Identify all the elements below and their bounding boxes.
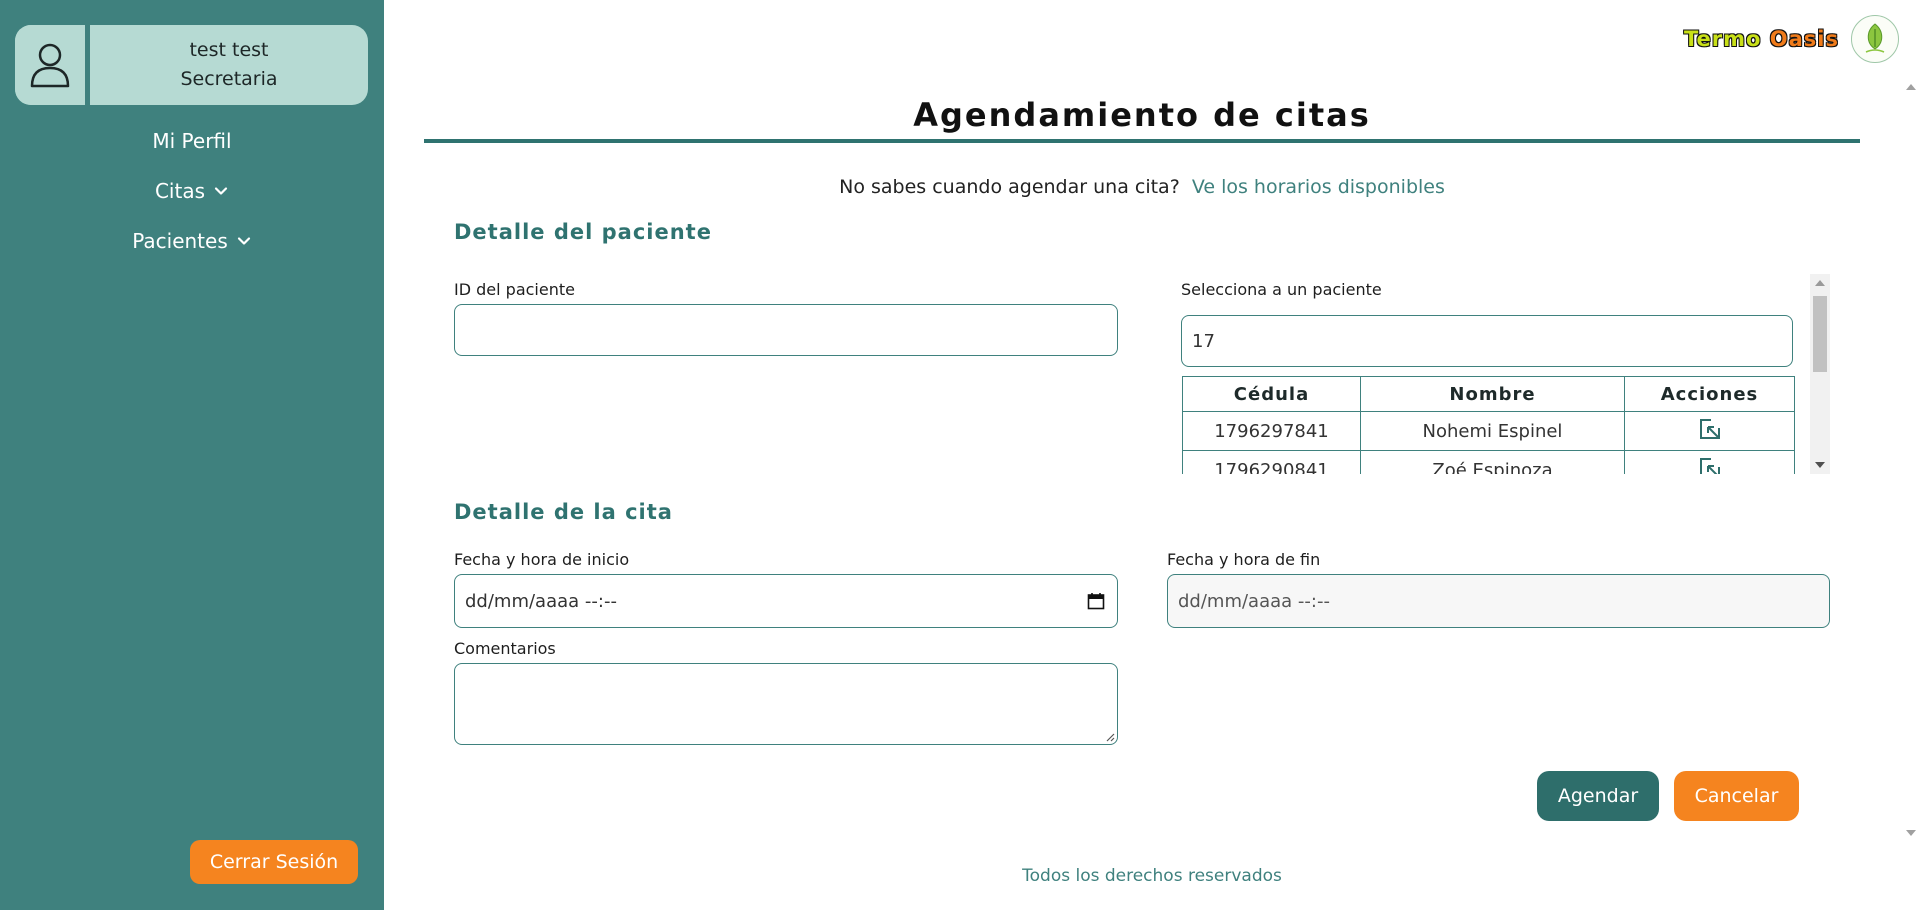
schedule-button[interactable]: Agendar [1537,771,1659,821]
cell-cedula: 1796290841 [1182,450,1361,474]
page-scrollbar[interactable] [1902,80,1919,840]
schedule-hint: No sabes cuando agendar una cita? Ve los… [424,176,1860,198]
cancel-button[interactable]: Cancelar [1674,771,1799,821]
sidebar-item-pacientes[interactable]: Pacientes [132,228,252,254]
cell-nombre: Zoé Espinoza [1360,450,1625,474]
column-header-nombre: Nombre [1360,376,1625,412]
calendar-icon[interactable] [1087,592,1105,610]
scroll-down-icon[interactable] [1815,462,1825,468]
comments-textarea[interactable] [454,663,1118,745]
start-datetime-input[interactable]: dd/mm/aaaa --:-- [454,574,1118,628]
appointment-section-title: Detalle de la cita [454,500,673,524]
scroll-down-icon[interactable] [1906,830,1916,836]
leaf-icon [1865,23,1885,53]
patient-id-input[interactable] [454,304,1118,356]
select-icon[interactable] [1699,457,1721,475]
brand-name: Termo Oasis [1684,27,1839,51]
logout-button[interactable]: Cerrar Sesión [190,840,358,884]
patient-search-input[interactable]: 17 [1181,315,1793,367]
footer-text: Todos los derechos reservados [1022,866,1282,886]
sidebar-item-citas[interactable]: Citas [155,178,229,204]
patient-id-label: ID del paciente [454,280,575,299]
brand-word-2: Oasis [1769,27,1839,51]
sidebar-item-mi-perfil[interactable]: Mi Perfil [152,128,231,154]
start-datetime-label: Fecha y hora de inicio [454,550,630,569]
resize-grip-icon[interactable] [1105,732,1115,742]
cell-acciones [1624,411,1795,451]
logo [1851,15,1899,63]
scroll-up-icon[interactable] [1815,280,1825,286]
brand-word-1: Termo [1684,27,1762,51]
patient-picker-scrollbar[interactable] [1810,274,1830,474]
scroll-thumb[interactable] [1813,296,1827,372]
user-name: test test [189,39,269,61]
hint-text: No sabes cuando agendar una cita? [839,176,1180,198]
chevron-down-icon [237,237,250,245]
table-row: 1796290841 Zoé Espinoza [1182,450,1795,475]
end-datetime-input: dd/mm/aaaa --:-- [1167,574,1830,628]
title-divider [424,139,1860,143]
comments-label: Comentarios [454,639,556,658]
cell-acciones [1624,450,1795,475]
sidebar-item-label: Pacientes [132,229,228,253]
sidebar-nav: Mi Perfil Citas Pacientes [0,128,384,254]
end-datetime-label: Fecha y hora de fin [1167,550,1321,569]
table-header-row: Cédula Nombre Acciones [1182,376,1795,412]
user-card: test test Secretaria [15,25,368,105]
avatar [15,25,90,105]
cell-nombre: Nohemi Espinel [1360,411,1625,451]
table-row: 1796297841 Nohemi Espinel [1182,411,1795,451]
cell-cedula: 1796297841 [1182,411,1361,451]
column-header-cedula: Cédula [1182,376,1361,412]
scroll-up-icon[interactable] [1906,84,1916,90]
brand: Termo Oasis [1684,15,1899,63]
available-schedules-link[interactable]: Ve los horarios disponibles [1192,176,1445,198]
select-patient-label: Selecciona a un paciente [1181,280,1382,299]
patient-table: Cédula Nombre Acciones 1796297841 Nohemi… [1182,376,1795,474]
sidebar: test test Secretaria Mi Perfil Citas Pac… [0,0,384,910]
user-icon [30,43,70,88]
sidebar-item-label: Mi Perfil [152,129,232,153]
select-icon[interactable] [1699,418,1721,440]
sidebar-item-label: Citas [154,179,206,203]
chevron-down-icon [214,187,228,195]
end-datetime-placeholder: dd/mm/aaaa --:-- [1178,590,1330,612]
patient-section-title: Detalle del paciente [454,220,712,244]
user-role: Secretaria [180,68,278,90]
patient-picker: Selecciona a un paciente 17 Cédula Nombr… [1176,274,1830,474]
page-title: Agendamiento de citas [913,96,1371,134]
start-datetime-placeholder: dd/mm/aaaa --:-- [465,590,617,612]
column-header-acciones: Acciones [1624,376,1795,412]
